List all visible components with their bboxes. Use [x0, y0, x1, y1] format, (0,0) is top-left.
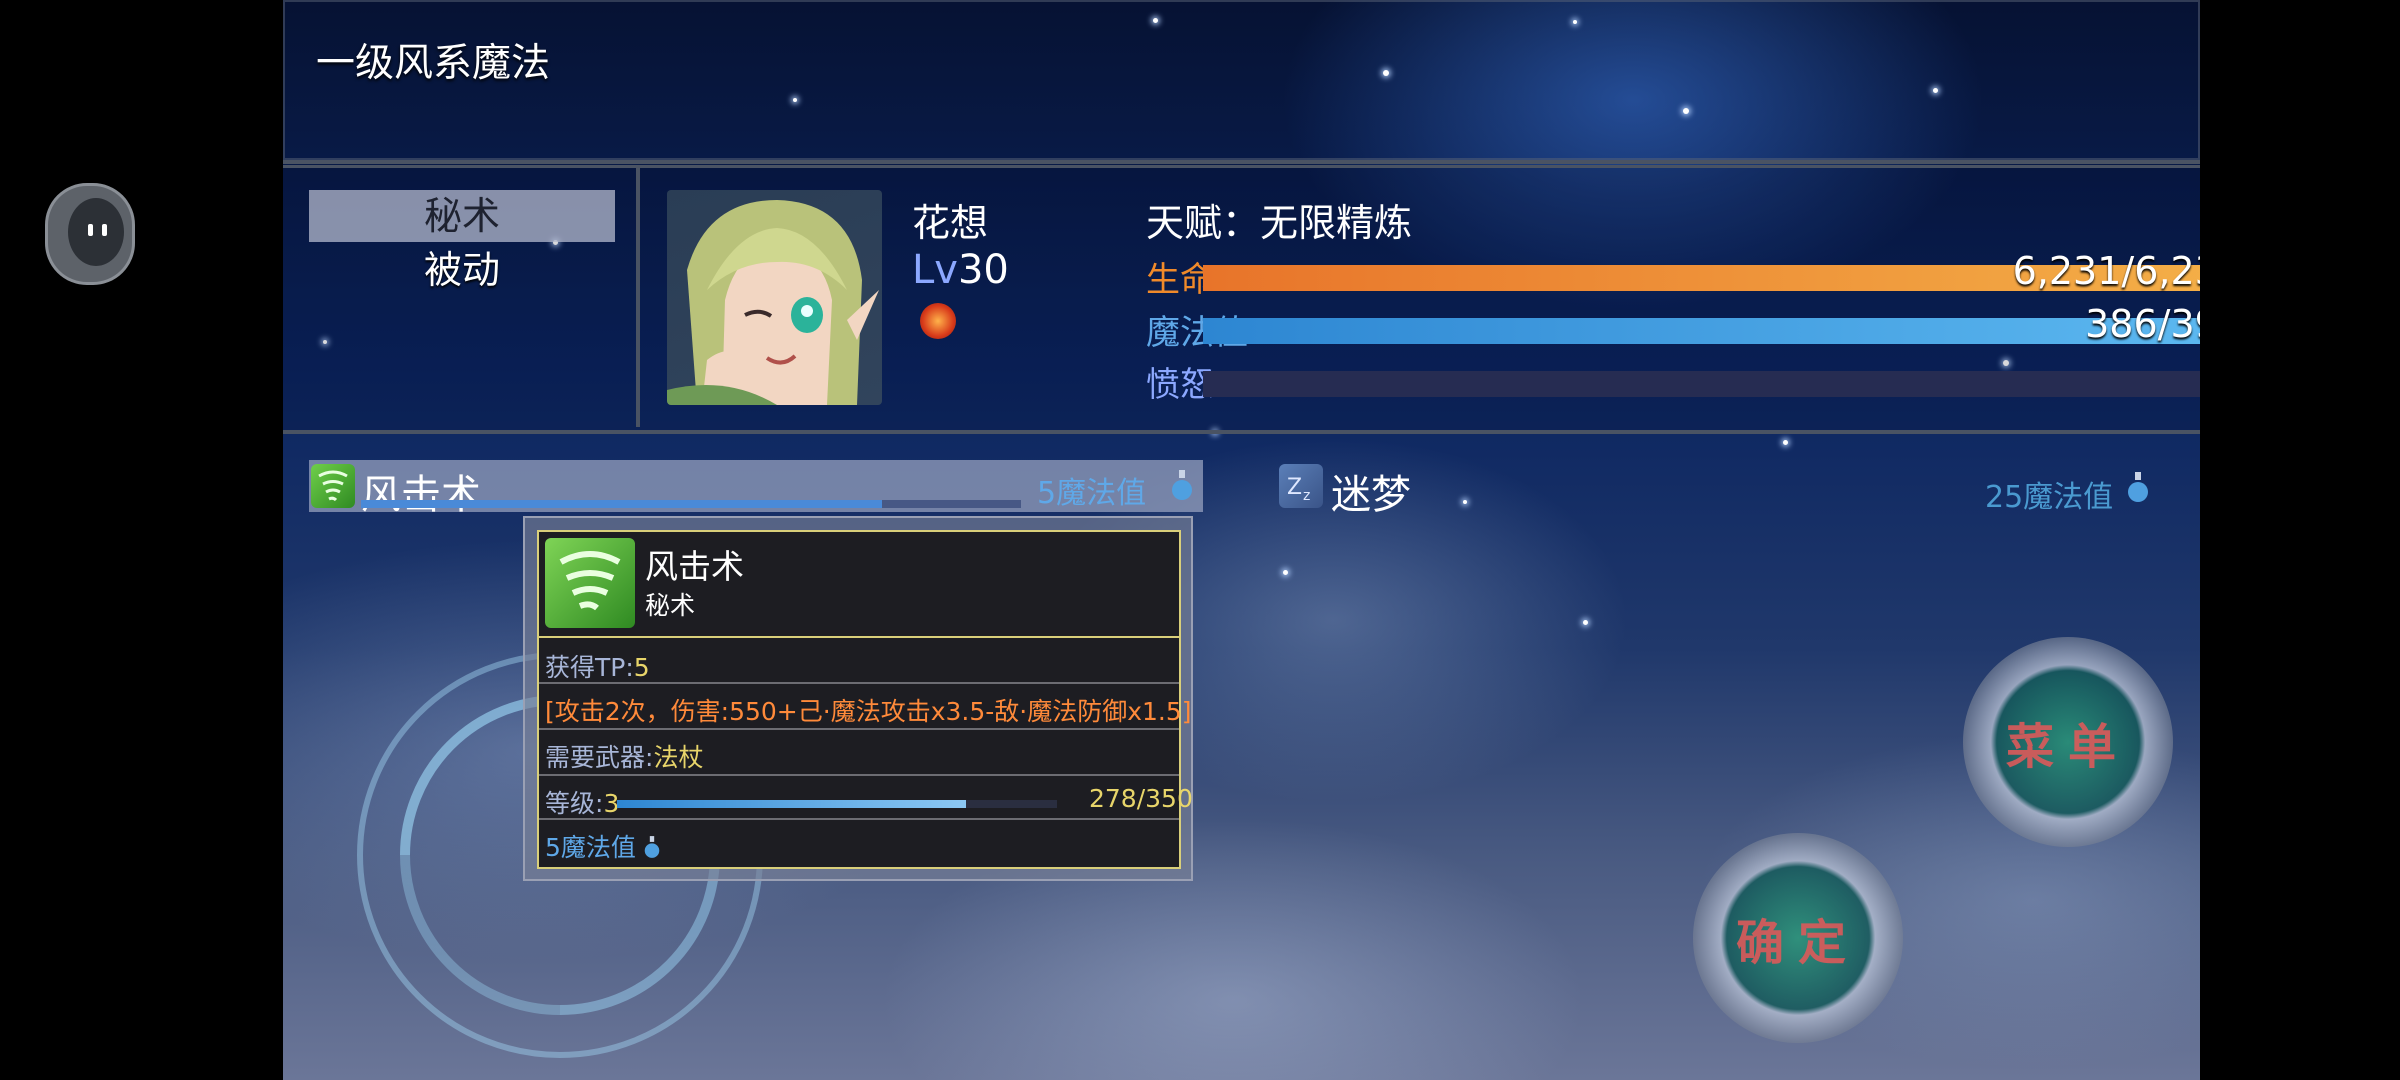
tooltip-cost-text: 5魔法值 — [545, 833, 636, 862]
hp-value: 6,231/6,231 — [2012, 249, 2200, 293]
skill-tooltip: 风击术 秘术 获得TP:5 [攻击2次，伤害:550+己·魔法攻击x3.5-敌·… — [523, 516, 1193, 881]
character-name: 花想 — [912, 201, 989, 245]
tp-label: 获得TP: — [545, 653, 634, 682]
tp-value: 5 — [633, 653, 650, 682]
menu-button[interactable]: 菜单 — [1963, 637, 2173, 847]
weapon-label: 需要武器: — [545, 743, 654, 772]
mana-flask-icon — [1172, 470, 1192, 500]
tooltip-level-line: 等级:3 — [545, 784, 619, 820]
fire-element-icon — [920, 303, 956, 339]
mana-flask-icon — [644, 836, 660, 858]
menu-button-label: 菜单 — [2005, 719, 2130, 775]
game-stage: 一级风系魔法 秘术 被动 花想 Lv30 天赋：无限精炼 生命 6,231/6,… — [283, 0, 2200, 1080]
tornado-icon — [311, 464, 355, 508]
tooltip-cost: 5魔法值 — [545, 828, 660, 864]
talent-value: 无限精炼 — [1260, 201, 1413, 245]
skill-name: 风击术 — [361, 472, 481, 518]
category-tab-passive[interactable]: 被动 — [309, 244, 615, 296]
title-bar: 一级风系魔法 — [283, 0, 2200, 164]
rage-value: 0 — [1843, 355, 2200, 399]
level-value: 30 — [957, 247, 1009, 293]
tornado-icon — [545, 538, 635, 628]
skill-name: 迷梦 — [1331, 472, 1411, 518]
weapon-value: 法杖 — [653, 743, 704, 772]
svg-text:z: z — [1303, 488, 1310, 504]
category-tab-secret-arts[interactable]: 秘术 — [309, 190, 615, 242]
talent-label: 天赋： — [1146, 201, 1261, 245]
skill-cost: 25魔法值 — [1985, 480, 2114, 515]
floating-assistant-icon[interactable] — [45, 183, 135, 285]
tooltip-skill-name: 风击术 — [645, 547, 744, 586]
hp-bar: 6,231/6,231 — [1203, 249, 2200, 293]
tooltip-effect: [攻击2次，伤害:550+己·魔法攻击x3.5-敌·魔法防御x1.5] — [545, 697, 1192, 726]
tooltip-skill-type: 秘术 — [645, 591, 696, 620]
mp-bar: 386/396 — [1203, 302, 2200, 346]
character-portrait — [667, 190, 882, 405]
level-label: 等级: — [545, 789, 604, 818]
sleep-icon: Zz — [1279, 464, 1323, 508]
skill-row-dream[interactable]: Zz 迷梦 25魔法值 — [1279, 460, 2179, 518]
tooltip-tp-line: 获得TP:5 — [545, 648, 650, 684]
level-prefix: Lv — [912, 247, 958, 293]
page-title: 一级风系魔法 — [316, 41, 551, 86]
skill-cost: 5魔法值 — [1037, 476, 1147, 511]
tooltip-exp-bar — [617, 800, 1057, 808]
panel-divider — [636, 165, 640, 427]
skill-exp-bar — [361, 500, 1021, 508]
mana-flask-icon — [2128, 472, 2148, 502]
svg-text:Z: Z — [1287, 475, 1302, 500]
confirm-button[interactable]: 确定 — [1693, 833, 1903, 1043]
category-label: 秘术 — [423, 194, 500, 238]
category-label: 被动 — [423, 248, 500, 292]
confirm-button-label: 确定 — [1735, 915, 1860, 971]
mp-value: 386/396 — [2085, 302, 2200, 346]
character-level: Lv30 — [912, 247, 1009, 293]
rage-bar: 0 — [1203, 371, 2200, 397]
talent-line: 天赋：无限精炼 — [1146, 192, 1412, 247]
tooltip-exp-text: 278/350 — [1089, 784, 1193, 813]
skill-row-wind-strike[interactable]: 风击术 5魔法值 — [309, 460, 1203, 518]
tooltip-weapon-line: 需要武器:法杖 — [545, 738, 703, 774]
